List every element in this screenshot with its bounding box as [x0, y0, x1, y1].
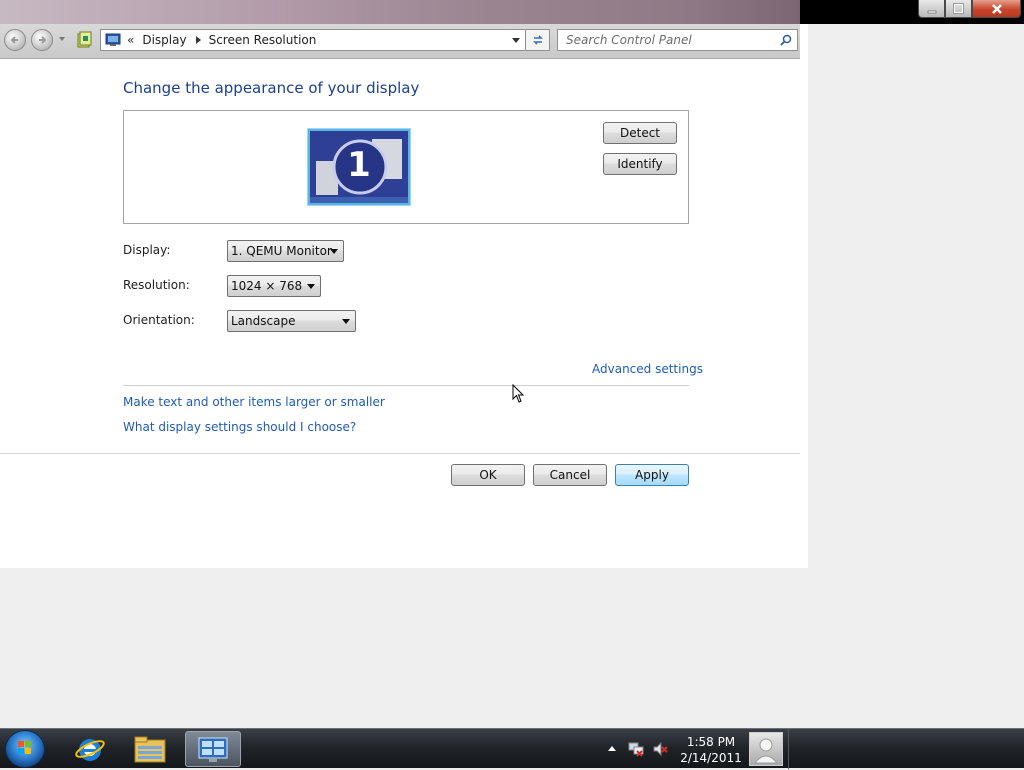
chevron-down-icon [330, 249, 338, 254]
refresh-icon [532, 35, 543, 45]
address-bar[interactable]: « Display Screen Resolution [100, 29, 526, 51]
orientation-select-value: Landscape [231, 314, 296, 328]
forward-arrow-icon [39, 36, 47, 44]
breadcrumb-overflow[interactable]: « [127, 33, 134, 47]
window-frame-strip [800, 24, 808, 59]
search-icon[interactable] [780, 34, 792, 46]
window-controls [918, 0, 1021, 20]
back-arrow-icon [10, 36, 18, 44]
cancel-button[interactable]: Cancel [533, 464, 607, 486]
windows-logo-icon [18, 741, 31, 754]
user-icon [753, 738, 779, 764]
volume-muted-icon[interactable] [652, 741, 668, 757]
breadcrumb-separator[interactable] [195, 36, 201, 44]
address-dropdown-arrow[interactable] [512, 38, 520, 43]
breadcrumb-screen-resolution[interactable]: Screen Resolution [209, 33, 317, 47]
minimize-icon [927, 10, 936, 13]
start-button[interactable] [5, 730, 45, 768]
mouse-cursor-icon [512, 384, 525, 403]
footer-divider [0, 453, 800, 454]
navigation-bar: « Display Screen Resolution [0, 24, 800, 59]
monitor-1-thumbnail[interactable]: 1 [308, 129, 410, 205]
show-hidden-icons-button[interactable] [608, 746, 616, 751]
recent-pages-dropdown[interactable] [59, 37, 65, 41]
back-button[interactable] [4, 29, 26, 51]
forward-button[interactable] [31, 29, 53, 51]
display-label: Display: [123, 243, 171, 257]
control-panel-icon [77, 31, 92, 48]
advanced-settings-link[interactable]: Advanced settings [592, 362, 703, 376]
detect-button[interactable]: Detect [603, 122, 677, 144]
network-icon[interactable] [628, 741, 644, 757]
ok-button[interactable]: OK [451, 464, 525, 486]
display-help-link[interactable]: What display settings should I choose? [123, 420, 356, 434]
resolution-select[interactable]: 1024 × 768 [227, 275, 321, 297]
chevron-down-icon [342, 319, 350, 324]
resolution-label: Resolution: [123, 278, 190, 292]
clock-time: 1:58 PM [686, 735, 736, 749]
identify-button[interactable]: Identify [603, 153, 677, 175]
clock-date: 2/14/2011 [680, 751, 742, 765]
monitor-arrangement-area: 1 Detect Identify [123, 110, 689, 224]
screen-resolution-panel: Change the appearance of your display 1 … [0, 59, 808, 568]
resolution-select-value: 1024 × 768 [231, 279, 303, 293]
breadcrumb-display[interactable]: Display [142, 33, 186, 47]
close-button[interactable] [972, 0, 1021, 18]
minimize-button[interactable] [918, 0, 945, 18]
taskbar-windows-explorer[interactable] [122, 731, 178, 767]
orientation-select[interactable]: Landscape [227, 310, 356, 332]
apply-button[interactable]: Apply [615, 464, 689, 486]
orientation-label: Orientation: [123, 313, 195, 327]
desktop-wallpaper [0, 0, 800, 24]
search-box[interactable] [557, 29, 798, 51]
divider [123, 385, 689, 386]
chevron-down-icon [307, 284, 315, 289]
refresh-button[interactable] [526, 29, 550, 51]
taskbar-internet-explorer[interactable] [62, 731, 118, 767]
page-title: Change the appearance of your display [123, 79, 420, 97]
display-settings-icon [105, 33, 121, 46]
display-settings-icon [198, 737, 228, 762]
taskbar: 1:58 PM 2/14/2011 [0, 728, 1024, 769]
internet-explorer-icon [75, 739, 105, 761]
monitor-number: 1 [347, 145, 371, 185]
close-icon [991, 3, 1002, 14]
search-input[interactable] [564, 32, 778, 48]
maximize-icon [953, 3, 964, 14]
taskbar-control-panel[interactable] [185, 731, 241, 767]
folder-icon [134, 736, 166, 763]
user-avatar [749, 732, 783, 766]
maximize-button[interactable] [945, 0, 972, 18]
text-size-link[interactable]: Make text and other items larger or smal… [123, 395, 385, 409]
display-select[interactable]: 1. QEMU Monitor [227, 240, 344, 262]
show-desktop-button[interactable] [788, 729, 798, 769]
system-clock[interactable]: 1:58 PM 2/14/2011 [676, 734, 746, 766]
display-select-value: 1. QEMU Monitor [231, 244, 332, 258]
